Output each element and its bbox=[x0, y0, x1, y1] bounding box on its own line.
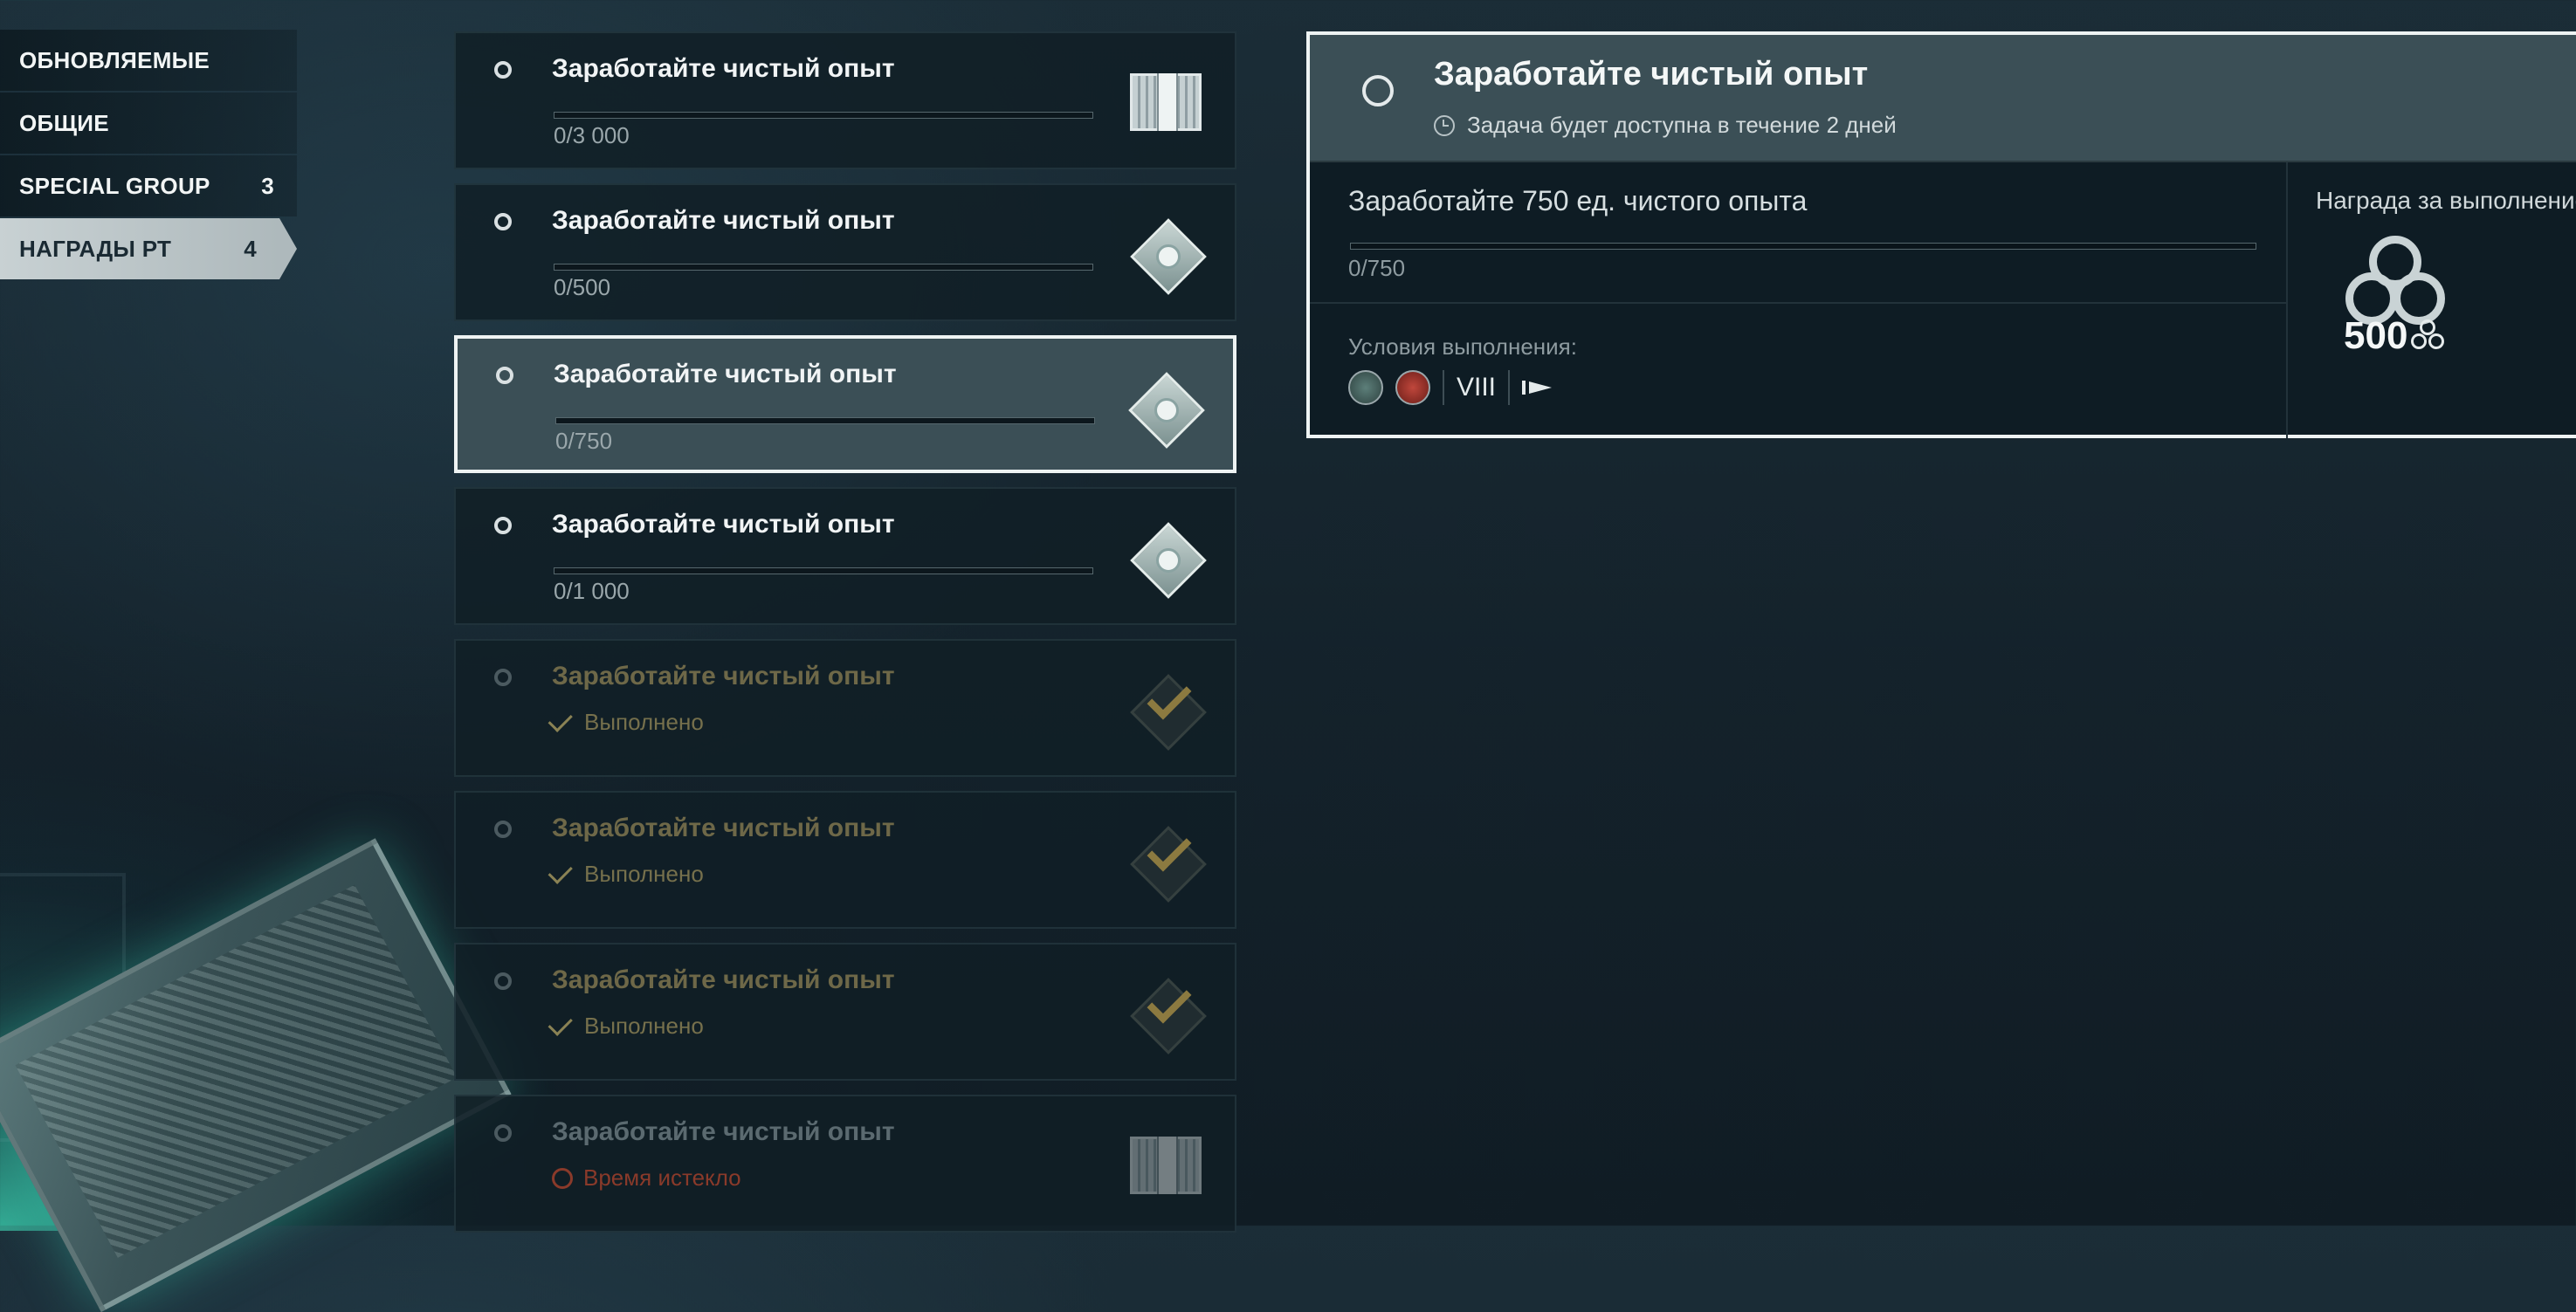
task-status: Время истекло bbox=[552, 1164, 741, 1192]
radio-icon bbox=[494, 821, 512, 838]
check-icon bbox=[548, 1011, 573, 1036]
task-card-done[interactable]: Заработайте чистый опыт Выполнено bbox=[454, 639, 1236, 777]
task-title: Заработайте чистый опыт bbox=[552, 814, 895, 842]
nation-flag-icon bbox=[1348, 370, 1383, 405]
conditions-label: Условия выполнения: bbox=[1348, 333, 1577, 360]
task-title: Заработайте чистый опыт bbox=[552, 206, 895, 235]
task-detail-progress-value: 0/750 bbox=[1348, 255, 1406, 281]
sidebar-item-special-group[interactable]: SPECIAL GROUP 3 bbox=[0, 155, 297, 216]
sidebar-item-rt-rewards[interactable]: НАГРАДЫ РТ 4 bbox=[0, 218, 297, 279]
task-progress-bar bbox=[554, 567, 1093, 574]
reward-panel: Награда за выполнение: 500 bbox=[2286, 162, 2576, 438]
tank-destroyer-icon bbox=[1522, 381, 1553, 395]
checkmark-icon bbox=[1128, 976, 1207, 1054]
divider bbox=[1443, 370, 1444, 405]
task-progress-bar bbox=[555, 417, 1095, 424]
sidebar-item-label: ОБЩИЕ bbox=[19, 109, 109, 136]
task-status: Выполнено bbox=[548, 1011, 704, 1040]
radio-icon bbox=[494, 61, 512, 79]
clock-icon bbox=[1434, 114, 1455, 136]
reward-label: Награда за выполнение: bbox=[2316, 187, 2576, 214]
task-card[interactable]: Заработайте чистый опыт 0/3 000 bbox=[454, 31, 1236, 169]
task-status: Выполнено bbox=[548, 707, 704, 736]
task-title: Заработайте чистый опыт bbox=[552, 510, 895, 539]
task-status: Выполнено bbox=[548, 859, 704, 888]
task-card[interactable]: Заработайте чистый опыт 0/500 bbox=[454, 183, 1236, 321]
radio-icon[interactable] bbox=[1362, 75, 1394, 106]
nation-flag-icon bbox=[1395, 370, 1430, 405]
task-progress-bar bbox=[554, 264, 1093, 271]
sidebar-item-count: 4 bbox=[244, 235, 257, 262]
radio-icon bbox=[494, 213, 512, 230]
task-progress-value: 0/750 bbox=[555, 428, 613, 454]
task-detail-header: Заработайте чистый опыт Задача будет дос… bbox=[1310, 35, 2576, 162]
task-availability: Задача будет доступна в течение 2 дней bbox=[1434, 112, 1897, 139]
task-progress-value: 0/3 000 bbox=[554, 122, 630, 148]
task-title: Заработайте чистый опыт bbox=[552, 965, 895, 994]
task-progress-value: 0/1 000 bbox=[554, 578, 630, 604]
sidebar: ОБНОВЛЯЕМЫЕ ОБЩИЕ SPECIAL GROUP 3 НАГРАД… bbox=[0, 30, 297, 281]
diamond-icon bbox=[1128, 520, 1207, 599]
crate-icon bbox=[1128, 1128, 1203, 1203]
task-card[interactable]: Заработайте чистый опыт 0/1 000 bbox=[454, 487, 1236, 625]
task-detail-title: Заработайте чистый опыт bbox=[1434, 56, 1869, 93]
check-icon bbox=[548, 707, 573, 732]
divider bbox=[1508, 370, 1511, 405]
radio-icon bbox=[494, 669, 512, 686]
task-detail-panel: Заработайте чистый опыт Задача будет дос… bbox=[1306, 31, 2576, 438]
check-icon bbox=[548, 859, 573, 884]
diamond-icon bbox=[1128, 216, 1207, 295]
checkmark-icon bbox=[1128, 824, 1207, 903]
reward-amount: 500 bbox=[2344, 314, 2445, 358]
task-card-expired[interactable]: Заработайте чистый опыт Время истекло bbox=[454, 1095, 1236, 1233]
task-availability-text: Задача будет доступна в течение 2 дней bbox=[1467, 112, 1897, 138]
task-status-label: Выполнено bbox=[584, 1013, 704, 1039]
task-detail-progress-bar bbox=[1350, 243, 2256, 250]
divider bbox=[1310, 302, 2286, 304]
task-card-done[interactable]: Заработайте чистый опыт Выполнено bbox=[454, 943, 1236, 1081]
task-title: Заработайте чистый опыт bbox=[552, 662, 895, 690]
conditions-row: VIII bbox=[1348, 370, 1553, 405]
sidebar-item-label: НАГРАДЫ РТ bbox=[19, 235, 172, 262]
task-progress-value: 0/500 bbox=[554, 274, 611, 300]
sidebar-item-label: SPECIAL GROUP bbox=[19, 172, 210, 199]
task-status-label: Время истекло bbox=[583, 1164, 741, 1191]
task-detail-body: Заработайте 750 ед. чистого опыта 0/750 … bbox=[1310, 162, 2286, 438]
diamond-icon bbox=[1126, 370, 1205, 449]
task-status-label: Выполнено bbox=[584, 861, 704, 887]
expired-icon bbox=[552, 1167, 573, 1189]
task-title: Заработайте чистый опыт bbox=[552, 1117, 895, 1146]
task-title: Заработайте чистый опыт bbox=[554, 360, 897, 388]
task-detail-description: Заработайте 750 ед. чистого опыта bbox=[1348, 185, 1808, 216]
sidebar-item-updatable[interactable]: ОБНОВЛЯЕМЫЕ bbox=[0, 30, 297, 91]
bonds-currency-icon bbox=[2411, 319, 2445, 353]
radio-icon bbox=[494, 1124, 512, 1142]
crate-icon bbox=[1128, 65, 1203, 140]
task-card-selected[interactable]: Заработайте чистый опыт 0/750 bbox=[454, 335, 1236, 473]
sidebar-item-general[interactable]: ОБЩИЕ bbox=[0, 93, 297, 154]
task-card-done[interactable]: Заработайте чистый опыт Выполнено bbox=[454, 791, 1236, 929]
radio-icon bbox=[496, 367, 513, 384]
task-list: Заработайте чистый опыт 0/3 000 Заработа… bbox=[454, 31, 1236, 1247]
sidebar-item-label: ОБНОВЛЯЕМЫЕ bbox=[19, 46, 210, 73]
sidebar-item-count: 3 bbox=[261, 172, 274, 199]
task-title: Заработайте чистый опыт bbox=[552, 54, 895, 83]
tier-label: VIII bbox=[1457, 373, 1497, 402]
radio-icon bbox=[494, 517, 512, 534]
task-status-label: Выполнено bbox=[584, 709, 704, 735]
checkmark-icon bbox=[1128, 672, 1207, 751]
radio-icon bbox=[494, 972, 512, 990]
task-progress-bar bbox=[554, 112, 1093, 119]
reward-amount-value: 500 bbox=[2344, 314, 2408, 357]
